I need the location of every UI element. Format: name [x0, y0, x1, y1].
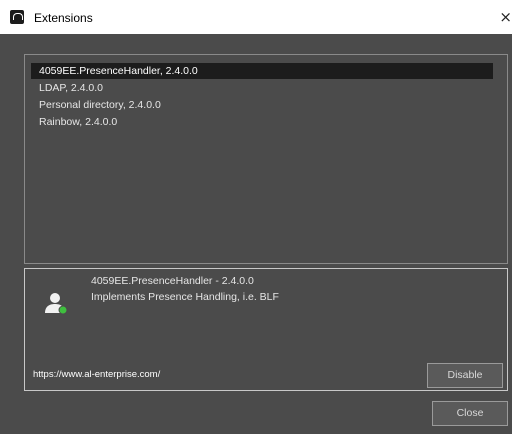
extension-name: 4059EE.PresenceHandler - 2.4.0.0 — [91, 275, 254, 287]
vendor-link[interactable]: https://www.al-enterprise.com/ — [33, 369, 160, 380]
close-icon[interactable]: × — [496, 7, 512, 27]
close-button[interactable]: Close — [432, 401, 508, 426]
window-title: Extensions — [34, 11, 93, 25]
list-item[interactable]: LDAP, 2.4.0.0 — [31, 80, 493, 96]
extensions-list[interactable]: 4059EE.PresenceHandler, 2.4.0.0 LDAP, 2.… — [24, 54, 508, 264]
list-item[interactable]: Rainbow, 2.4.0.0 — [31, 114, 493, 130]
extensions-window: Extensions × 4059EE.PresenceHandler, 2.4… — [0, 0, 512, 434]
list-item[interactable]: Personal directory, 2.4.0.0 — [31, 97, 493, 113]
list-item[interactable]: 4059EE.PresenceHandler, 2.4.0.0 — [31, 63, 493, 79]
extension-description: Implements Presence Handling, i.e. BLF — [91, 291, 279, 303]
user-presence-icon — [45, 293, 68, 315]
extension-details-panel: 4059EE.PresenceHandler - 2.4.0.0 Impleme… — [24, 268, 508, 391]
disable-button[interactable]: Disable — [427, 363, 503, 388]
app-headset-icon — [10, 10, 24, 24]
title-bar: Extensions × — [0, 0, 512, 34]
